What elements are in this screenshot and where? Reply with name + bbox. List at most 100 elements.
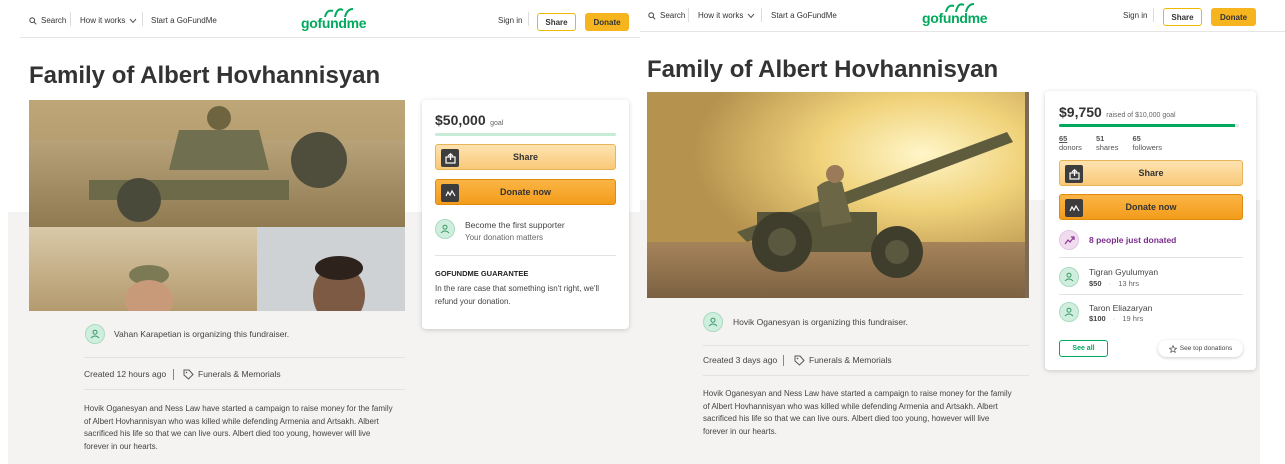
share-icon xyxy=(1065,165,1083,183)
created-text: Created 3 days ago xyxy=(703,355,778,365)
gofundme-logo[interactable]: gofundme xyxy=(301,8,367,31)
just-donated-text: 8 people just donated xyxy=(1089,235,1177,245)
created-text: Created 12 hours ago xyxy=(84,369,167,379)
header-donate-button[interactable]: Donate xyxy=(585,13,629,31)
progress-bar xyxy=(435,133,616,136)
left-page: Search How it works Start a GoFundMe gof… xyxy=(0,0,640,464)
share-label: Share xyxy=(512,152,538,162)
campaign-photo[interactable] xyxy=(29,100,405,311)
goal-amount: $50,000 xyxy=(435,112,486,128)
donation-amount: $50 xyxy=(1089,279,1102,288)
start-gofundme-label: Start a GoFundMe xyxy=(151,16,217,25)
stat-label: shares xyxy=(1095,143,1119,152)
search-label: Search xyxy=(660,11,686,20)
share-button[interactable]: Share xyxy=(435,144,616,170)
sign-in-link[interactable]: Sign in xyxy=(1123,11,1147,20)
start-gofundme-link[interactable]: Start a GoFundMe xyxy=(771,11,837,20)
chevron-down-icon xyxy=(747,13,755,18)
see-all-label: See all xyxy=(1072,345,1095,352)
category-link[interactable]: Funerals & Memorials xyxy=(183,368,281,381)
supporter-icon xyxy=(435,219,455,239)
header-share-label: Share xyxy=(1171,12,1194,22)
search-link[interactable]: Search xyxy=(648,11,685,20)
how-it-works-menu[interactable]: How it works xyxy=(80,16,137,25)
donate-now-label: Donate now xyxy=(500,187,551,197)
divider xyxy=(84,389,405,390)
share-label: Share xyxy=(1138,168,1164,178)
nav-divider xyxy=(142,12,143,26)
organizer-icon xyxy=(85,324,105,344)
stat-label: followers xyxy=(1132,143,1163,152)
category-label: Funerals & Memorials xyxy=(198,369,281,379)
search-link[interactable]: Search xyxy=(29,16,66,25)
divider xyxy=(435,255,616,256)
see-top-donations-button[interactable]: See top donations xyxy=(1158,340,1243,357)
donation-card: $9,750 raised of $10,000 goal 65 donors … xyxy=(1045,91,1256,370)
story-line: of Albert Hovhannisyan who was killed wh… xyxy=(703,401,998,411)
dot-separator: · xyxy=(1108,279,1112,288)
sign-in-label: Sign in xyxy=(498,16,523,25)
sign-in-link[interactable]: Sign in xyxy=(498,16,522,25)
donor-avatar xyxy=(1059,267,1079,287)
trending-icon xyxy=(1059,230,1079,250)
see-all-button[interactable]: See all xyxy=(1059,340,1108,357)
campaign-photo-image xyxy=(647,92,1029,298)
header-share-button[interactable]: Share xyxy=(537,13,576,31)
header-share-button[interactable]: Share xyxy=(1163,8,1202,26)
story-line: sacrificed his life so that we can live … xyxy=(84,429,371,438)
right-page: Search How it works Start a GoFundMe gof… xyxy=(640,0,1285,464)
nav-divider xyxy=(70,12,71,26)
page-title: Family of Albert Hovhannisyan xyxy=(29,62,381,89)
header-share-label: Share xyxy=(545,17,568,27)
story-text: Hovik Oganesyan and Ness Law have starte… xyxy=(703,388,1038,438)
how-it-works-label: How it works xyxy=(80,16,126,25)
organizer-text: Hovik Oganesyan is organizing this fundr… xyxy=(733,317,908,327)
stat-value: 65 xyxy=(1059,134,1068,143)
raised-text: raised of $10,000 goal xyxy=(1106,112,1176,119)
guarantee-text-2: refund your donation. xyxy=(435,297,511,306)
stat-label: donors xyxy=(1059,143,1082,152)
goal-amount-row: $50,000 goal xyxy=(435,112,503,130)
logo-text: gofundme xyxy=(922,10,988,26)
shares-stat: 51 shares xyxy=(1096,134,1119,152)
site-header: Search How it works Start a GoFundMe gof… xyxy=(640,0,1285,32)
page-title: Family of Albert Hovhannisyan xyxy=(647,56,999,83)
donation-time: 13 hrs xyxy=(1118,279,1140,288)
donate-now-button[interactable]: Donate now xyxy=(435,179,616,205)
start-gofundme-link[interactable]: Start a GoFundMe xyxy=(151,16,217,25)
how-it-works-label: How it works xyxy=(698,11,744,20)
donate-now-label: Donate now xyxy=(1125,202,1177,212)
share-button[interactable]: Share xyxy=(1059,160,1243,186)
header-donate-label: Donate xyxy=(1219,12,1248,22)
divider xyxy=(1059,257,1243,258)
how-it-works-menu[interactable]: How it works xyxy=(698,11,755,20)
sprout-icon xyxy=(945,3,975,12)
tag-icon xyxy=(794,355,805,366)
gofundme-me-icon xyxy=(441,184,459,202)
chevron-down-icon xyxy=(129,18,137,23)
donation-matters-text: Your donation matters xyxy=(465,233,543,242)
campaign-photo[interactable] xyxy=(647,92,1029,298)
donation-meta: $100 · 19 hrs xyxy=(1089,313,1143,326)
raised-amount-row: $9,750 raised of $10,000 goal xyxy=(1059,104,1176,122)
meta-divider xyxy=(783,355,784,366)
gofundme-logo[interactable]: gofundme xyxy=(922,3,988,26)
first-supporter-text: Become the first supporter xyxy=(465,220,565,230)
donor-name: Tigran Gyulumyan xyxy=(1089,267,1159,277)
header-donate-button[interactable]: Donate xyxy=(1211,8,1256,26)
donors-stat: 65 donors xyxy=(1059,134,1082,152)
divider xyxy=(703,375,1029,376)
story-text: Hovik Oganesyan and Ness Law have starte… xyxy=(84,403,414,453)
donate-now-button[interactable]: Donate now xyxy=(1059,194,1243,220)
stat-value: 51 xyxy=(1095,134,1105,143)
donation-time: 19 hrs xyxy=(1122,314,1144,323)
story-line: forever in our hearts. xyxy=(84,441,158,451)
category-link[interactable]: Funerals & Memorials xyxy=(794,354,892,367)
goal-label: goal xyxy=(490,120,504,127)
raised-amount: $9,750 xyxy=(1059,104,1102,120)
gofundme-me-icon xyxy=(1065,199,1083,217)
logo-text: gofundme xyxy=(301,15,367,31)
progress-bar xyxy=(1059,124,1239,127)
header-donate-label: Donate xyxy=(593,17,621,27)
nav-divider xyxy=(528,12,529,26)
